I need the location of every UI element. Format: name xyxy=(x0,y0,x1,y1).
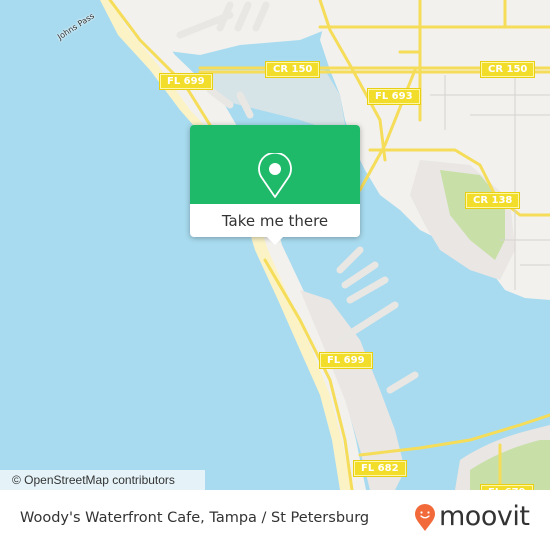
road-shield-fl699: FL 699 xyxy=(319,352,373,369)
map[interactable]: Johns Pass FL 699 CR 150 CR 150 FL 693 C… xyxy=(0,0,550,490)
map-attribution[interactable]: © OpenStreetMap contributors xyxy=(0,470,205,490)
road-shield-cr150: CR 150 xyxy=(479,61,536,78)
take-me-there-button[interactable]: Take me there xyxy=(190,204,360,237)
road-shield-fl682: FL 682 xyxy=(353,460,407,477)
map-pin-icon xyxy=(258,153,292,198)
moovit-wordmark: moovit xyxy=(439,501,530,532)
popup-header xyxy=(190,125,360,204)
place-title: Woody's Waterfront Cafe, Tampa / St Pete… xyxy=(20,510,370,526)
road-shield-cr150: CR 150 xyxy=(264,61,321,78)
moovit-pin-icon xyxy=(415,503,435,531)
road-shield-fl699: FL 699 xyxy=(159,73,213,90)
footer: Woody's Waterfront Cafe, Tampa / St Pete… xyxy=(0,490,550,550)
moovit-logo[interactable]: moovit xyxy=(414,501,530,532)
location-popup: Take me there xyxy=(190,125,360,245)
road-shield-cr138: CR 138 xyxy=(464,192,521,209)
road-shield-fl693: FL 693 xyxy=(367,88,421,105)
popup-pointer xyxy=(266,236,284,245)
